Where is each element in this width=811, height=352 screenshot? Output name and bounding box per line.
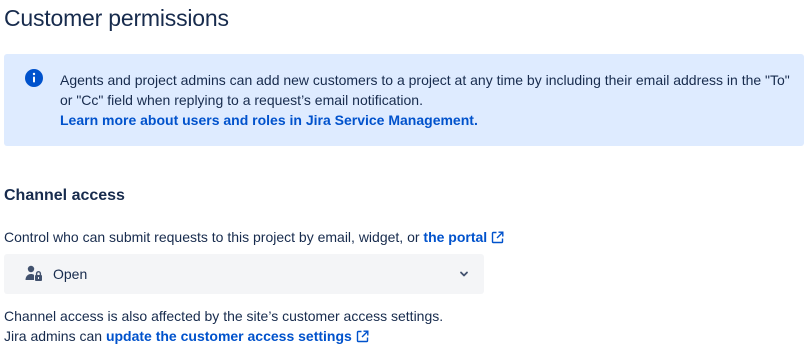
customer-access-note: Channel access is also affected by the s…: [4, 306, 443, 346]
select-value: Open: [53, 266, 88, 282]
page-title: Customer permissions: [4, 5, 229, 31]
channel-access-description: Control who can submit requests to this …: [4, 227, 504, 247]
portal-link-label: the portal: [423, 229, 488, 245]
channel-access-heading: Channel access: [4, 187, 125, 204]
portal-link[interactable]: the portal: [423, 229, 504, 245]
update-settings-link[interactable]: update the customer access settings: [106, 328, 369, 344]
info-link-suffix: .: [473, 112, 478, 128]
customer-access-note-line1: Channel access is also affected by the s…: [4, 308, 444, 324]
person-lock-icon: [24, 264, 44, 284]
external-link-icon: [356, 328, 369, 343]
info-panel: Agents and project admins can add new cu…: [4, 54, 804, 146]
info-message: Agents and project admins can add new cu…: [60, 70, 790, 130]
info-message-text: Agents and project admins can add new cu…: [60, 72, 790, 108]
learn-more-link[interactable]: Learn more about users and roles in Jira…: [60, 112, 474, 128]
chevron-down-icon: [456, 266, 472, 282]
note-prefix: Jira admins can: [4, 328, 103, 344]
info-link-line: Learn more about users and roles in Jira…: [60, 110, 790, 130]
channel-access-description-text: Control who can submit requests to this …: [4, 229, 420, 245]
channel-access-select[interactable]: Open: [4, 254, 484, 294]
update-settings-link-label: update the customer access settings: [105, 328, 352, 344]
info-icon: [24, 68, 44, 88]
customer-permissions-page: Customer permissions Agents and project …: [0, 0, 811, 352]
external-link-icon: [491, 229, 504, 244]
customer-access-note-line2: Jira admins can update the customer acce…: [4, 326, 443, 346]
